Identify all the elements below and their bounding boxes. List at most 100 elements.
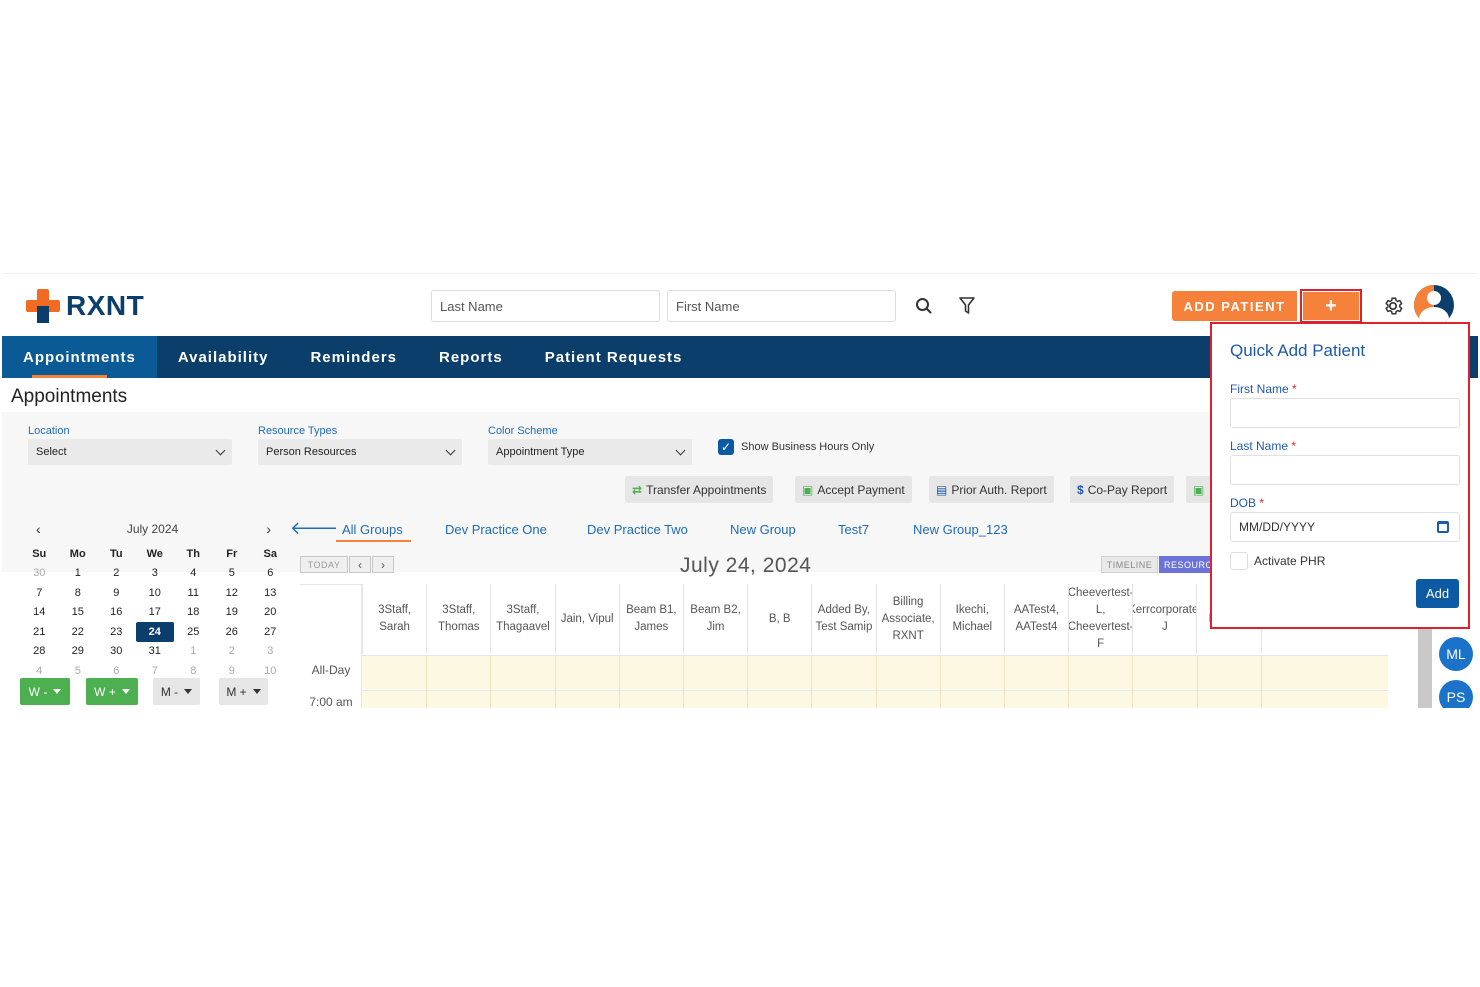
- calendar-day[interactable]: 2: [213, 642, 252, 662]
- calendar-day[interactable]: 2: [97, 564, 136, 584]
- tab-new-group[interactable]: New Group: [730, 522, 796, 537]
- calendar-day[interactable]: 17: [136, 603, 175, 623]
- calendar-day[interactable]: 23: [97, 622, 136, 642]
- calendar-day[interactable]: 15: [59, 603, 98, 623]
- side-avatar-ml[interactable]: ML: [1439, 637, 1473, 671]
- calendar-day[interactable]: 7: [20, 583, 59, 603]
- month-plus-button[interactable]: M +: [219, 678, 268, 705]
- activate-phr-checkbox[interactable]: [1230, 552, 1248, 570]
- calendar-day[interactable]: 6: [251, 564, 290, 584]
- nav-appointments[interactable]: Appointments: [2, 336, 157, 378]
- resource-column-header[interactable]: Cheevertest-L, Cheevertest-F: [1068, 584, 1132, 654]
- resource-column-header[interactable]: Beam B1, James: [618, 584, 683, 654]
- calendar-day[interactable]: 8: [59, 583, 98, 603]
- calendar-day[interactable]: 31: [136, 642, 175, 662]
- calendar-day[interactable]: 21: [20, 622, 59, 642]
- prior-auth-report-button[interactable]: ▤ Prior Auth. Report: [929, 476, 1054, 503]
- nav-reports[interactable]: Reports: [418, 336, 524, 378]
- tab-dev-practice-one[interactable]: Dev Practice One: [445, 522, 547, 537]
- add-patient-plus-button[interactable]: +: [1300, 289, 1362, 323]
- resource-column-header[interactable]: Added By, Test Samip: [811, 584, 875, 654]
- add-button[interactable]: Add: [1416, 579, 1459, 608]
- side-avatar-ps[interactable]: PS: [1439, 680, 1473, 708]
- gear-icon[interactable]: [1382, 295, 1404, 317]
- calendar-day[interactable]: 22: [59, 622, 98, 642]
- tab-all-groups[interactable]: All Groups: [342, 522, 403, 537]
- tab-test7[interactable]: Test7: [838, 522, 869, 537]
- calendar-day[interactable]: 5: [213, 564, 252, 584]
- rxnt-logo[interactable]: RXNT: [26, 289, 144, 323]
- week-plus-button[interactable]: W +: [86, 678, 138, 705]
- calendar-day[interactable]: 30: [97, 642, 136, 662]
- schedule-date-title: July 24, 2024: [680, 554, 812, 577]
- calendar-day[interactable]: 19: [213, 603, 252, 623]
- last-name-search-input[interactable]: [431, 290, 660, 322]
- resource-column-header[interactable]: 3Staff, Sarah: [362, 584, 426, 654]
- calendar-day[interactable]: 25: [174, 622, 213, 642]
- dob-field[interactable]: [1230, 512, 1460, 542]
- calendar-day[interactable]: 24: [135, 622, 174, 642]
- calendar-icon[interactable]: [1437, 521, 1449, 533]
- nav-patient-requests[interactable]: Patient Requests: [524, 336, 704, 378]
- week-minus-button[interactable]: W -: [20, 678, 70, 705]
- nav-availability[interactable]: Availability: [157, 336, 290, 378]
- back-arrow-icon[interactable]: 🡐: [290, 518, 338, 539]
- filter-icon[interactable]: [957, 296, 977, 316]
- resource-column-header[interactable]: AATest4, AATest4: [1003, 584, 1068, 654]
- month-minus-button[interactable]: M -: [153, 678, 200, 705]
- resource-column-header[interactable]: Jain, Vipul: [554, 584, 619, 654]
- color-scheme-select[interactable]: Appointment Type: [488, 439, 692, 465]
- next-month-icon[interactable]: ›: [266, 521, 271, 537]
- first-name-search-input[interactable]: [667, 290, 896, 322]
- resource-column-header[interactable]: Kerrcorporate, J: [1132, 584, 1196, 654]
- calendar-day[interactable]: 3: [136, 564, 175, 584]
- resource-column-header[interactable]: B, B: [747, 584, 811, 654]
- calendar-day[interactable]: 1: [59, 564, 98, 584]
- calendar-day[interactable]: 14: [20, 603, 59, 623]
- calendar-day[interactable]: 18: [174, 603, 213, 623]
- calendar-day[interactable]: 20: [251, 603, 290, 623]
- calendar-day[interactable]: 3: [251, 642, 290, 662]
- first-name-field[interactable]: [1230, 398, 1460, 428]
- add-patient-button[interactable]: ADD PATIENT: [1172, 291, 1297, 321]
- resource-column-header[interactable]: Beam B2, Jim: [682, 584, 747, 654]
- tab-dev-practice-two[interactable]: Dev Practice Two: [587, 522, 688, 537]
- more-report-button[interactable]: ▣: [1186, 476, 1210, 503]
- resource-view-button[interactable]: RESOURC: [1159, 556, 1211, 573]
- next-day-button[interactable]: ›: [372, 556, 394, 573]
- copay-report-button[interactable]: $ Co-Pay Report: [1070, 476, 1175, 503]
- prev-day-button[interactable]: ‹: [349, 556, 371, 573]
- search-icon[interactable]: [914, 296, 934, 316]
- calendar-day[interactable]: 1: [174, 642, 213, 662]
- tab-new-group-123[interactable]: New Group_123: [913, 522, 1008, 537]
- schedule-scrollbar[interactable]: [1418, 624, 1432, 708]
- calendar-day[interactable]: 11: [174, 583, 213, 603]
- calendar-day[interactable]: 9: [97, 583, 136, 603]
- calendar-day[interactable]: 12: [213, 583, 252, 603]
- resource-column-header[interactable]: 3Staff, Thomas: [426, 584, 490, 654]
- resource-column-header[interactable]: Ikechi, Michael: [939, 584, 1004, 654]
- calendar-day[interactable]: 29: [59, 642, 98, 662]
- last-name-field[interactable]: [1230, 455, 1460, 485]
- resource-column-header[interactable]: 3Staff, Thagaavel: [490, 584, 554, 654]
- calendar-day[interactable]: 13: [251, 583, 290, 603]
- calendar-day[interactable]: 16: [97, 603, 136, 623]
- location-select[interactable]: Select: [28, 439, 232, 465]
- calendar-day[interactable]: 10: [136, 583, 175, 603]
- transfer-appointments-button[interactable]: ⇄ Transfer Appointments: [625, 476, 774, 503]
- nav-reminders[interactable]: Reminders: [289, 336, 418, 378]
- prev-month-icon[interactable]: ‹: [36, 521, 41, 537]
- timeline-view-button[interactable]: TIMELINE: [1101, 556, 1158, 573]
- calendar-day[interactable]: 27: [251, 622, 290, 642]
- resource-column-header[interactable]: Billing Associate, RXNT: [875, 584, 940, 654]
- calendar-day[interactable]: 30: [20, 564, 59, 584]
- calendar-day[interactable]: 28: [20, 642, 59, 662]
- today-button[interactable]: TODAY: [300, 556, 348, 573]
- calendar-day[interactable]: 26: [213, 622, 252, 642]
- calendar-day[interactable]: 4: [174, 564, 213, 584]
- accept-payment-button[interactable]: ▣ Accept Payment: [795, 476, 912, 503]
- resource-types-select[interactable]: Person Resources: [258, 439, 462, 465]
- business-hours-checkbox[interactable]: ✓: [718, 439, 734, 455]
- color-scheme-label: Color Scheme: [488, 425, 558, 437]
- user-avatar[interactable]: [1414, 285, 1454, 325]
